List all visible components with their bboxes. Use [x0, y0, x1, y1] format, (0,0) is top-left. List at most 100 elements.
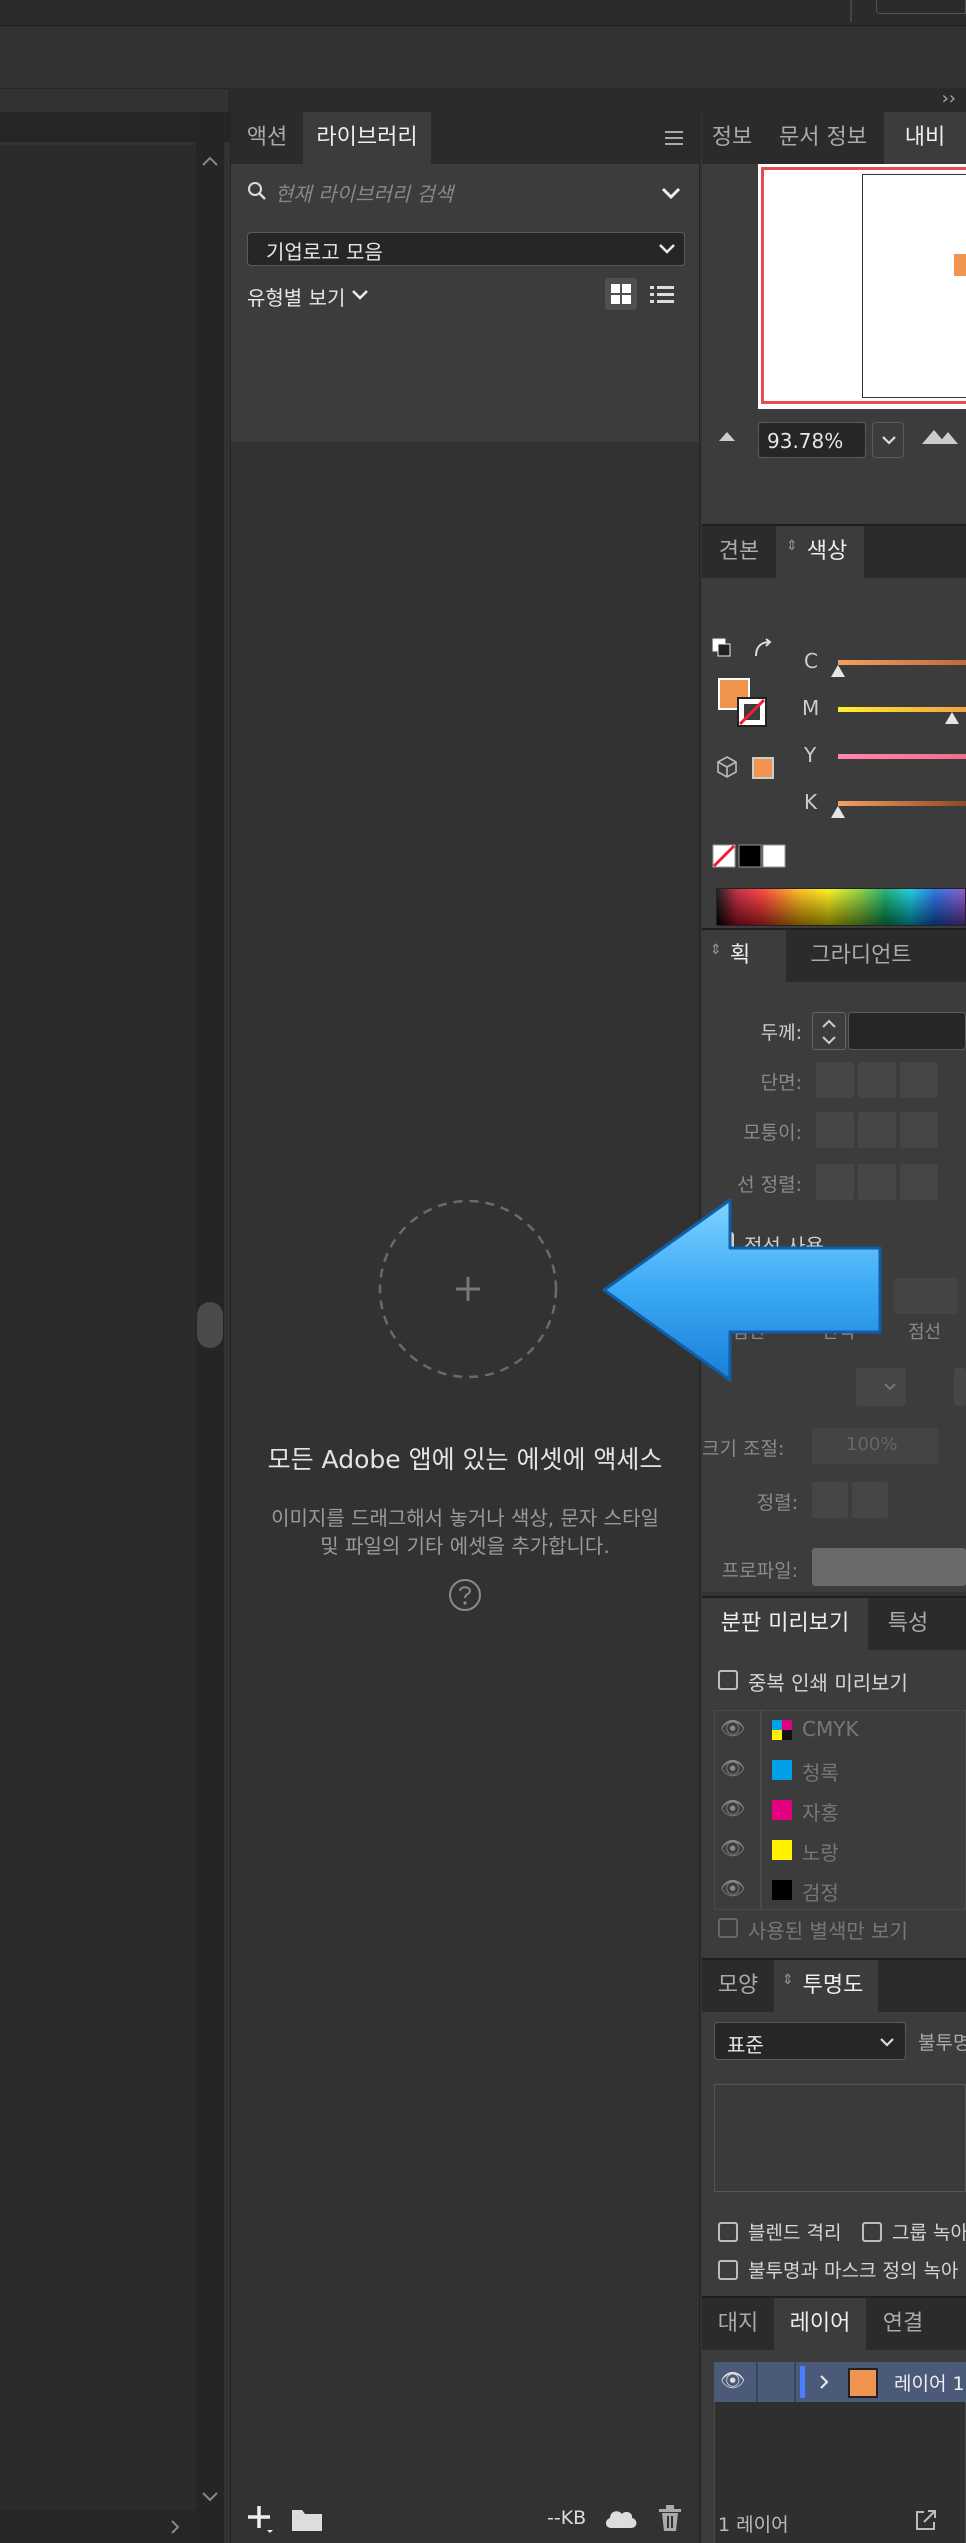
chevron-down-icon[interactable]	[661, 186, 681, 200]
plate-row[interactable]: 👁 검정	[714, 1870, 966, 1910]
zoom-out-icon[interactable]	[718, 430, 736, 442]
plate-row[interactable]: 👁 노랑	[714, 1830, 966, 1870]
stroke-none-swatch[interactable]	[736, 696, 768, 728]
layer-name[interactable]: 레이어 1	[894, 2369, 965, 2396]
plate-row[interactable]: 👁 자홍	[714, 1790, 966, 1830]
layer-row[interactable]: 👁 레이어 1	[714, 2362, 966, 2402]
quick-swatches[interactable]	[712, 844, 792, 870]
black-slider[interactable]	[838, 801, 966, 806]
mask-thumbnail-area[interactable]	[714, 2084, 966, 2192]
zoom-value: 93.78%	[767, 429, 844, 453]
horizontal-scrollbar[interactable]	[0, 2510, 196, 2543]
plate-name: 검정	[802, 1881, 839, 1905]
bevel-join-button[interactable]	[900, 1112, 938, 1148]
swap-colors-icon[interactable]	[752, 638, 776, 660]
cloud-icon[interactable]	[603, 2506, 639, 2530]
panel-menu-icon[interactable]	[663, 128, 685, 148]
tab-artboards[interactable]: 대지	[702, 2298, 774, 2350]
used-spot-only-checkbox[interactable]	[718, 1918, 738, 1938]
tab-actions[interactable]: 액션	[231, 112, 303, 164]
yellow-slider[interactable]	[838, 754, 966, 759]
plate-row[interactable]: 👁 CMYK	[714, 1710, 966, 1750]
trash-icon[interactable]	[657, 2504, 683, 2532]
add-circle-icon[interactable]	[376, 1197, 560, 1381]
miter-join-button[interactable]	[816, 1112, 854, 1148]
cyan-slider[interactable]	[838, 660, 966, 665]
stroke-weight-stepper[interactable]	[812, 1012, 846, 1050]
scrollbar-thumb[interactable]	[197, 1302, 223, 1348]
arrowhead-end-select[interactable]	[954, 1368, 966, 1406]
tab-info[interactable]: 정보	[702, 112, 762, 164]
blend-mode-select[interactable]: 표준	[714, 2022, 906, 2060]
eye-icon[interactable]: 👁	[720, 1836, 745, 1860]
eye-icon[interactable]: 👁	[720, 2368, 745, 2392]
slider-thumb[interactable]	[830, 805, 846, 819]
search-input[interactable]: 현재 라이브러리 검색	[275, 178, 453, 207]
butt-cap-button[interactable]	[816, 1062, 854, 1098]
magenta-label: M	[802, 696, 820, 720]
scroll-down-icon[interactable]	[200, 2490, 220, 2504]
workspace-switcher[interactable]	[876, 0, 966, 14]
round-cap-button[interactable]	[858, 1062, 896, 1098]
overprint-preview-checkbox[interactable]	[718, 1670, 738, 1690]
tab-gradient[interactable]: 그라디언트	[786, 930, 936, 982]
slider-thumb[interactable]	[944, 711, 960, 725]
scroll-up-icon[interactable]	[200, 154, 220, 168]
list-view-icon[interactable]	[649, 284, 675, 306]
tab-links[interactable]: 연결	[866, 2298, 940, 2350]
default-colors-icon[interactable]	[712, 638, 734, 660]
chevron-down-icon[interactable]	[351, 289, 369, 301]
align-outside-button[interactable]	[900, 1164, 938, 1200]
folder-icon[interactable]	[291, 2506, 323, 2532]
align-center-button[interactable]	[816, 1164, 854, 1200]
grid-view-button[interactable]	[605, 278, 637, 310]
scroll-right-icon[interactable]	[168, 2518, 182, 2536]
eye-icon[interactable]: 👁	[720, 1716, 745, 1740]
vertical-scrollbar[interactable]	[196, 112, 224, 2543]
layer-count: 1 레이어	[718, 2514, 789, 2536]
view-by-type-label[interactable]: 유형별 보기	[247, 282, 345, 311]
dash-input-2[interactable]	[894, 1278, 958, 1314]
out-of-gamut-icon[interactable]	[716, 756, 738, 778]
tab-navigator[interactable]: 내비	[884, 112, 966, 164]
align-inside-button[interactable]	[858, 1164, 896, 1200]
navigator-preview[interactable]	[758, 164, 966, 409]
tab-libraries[interactable]: 라이브러리	[303, 112, 431, 164]
eye-icon[interactable]: 👁	[720, 1796, 745, 1820]
projecting-cap-button[interactable]	[900, 1062, 938, 1098]
round-join-button[interactable]	[858, 1112, 896, 1148]
profile-select[interactable]	[812, 1548, 966, 1586]
tab-appearance[interactable]: 모양	[702, 1960, 774, 2012]
isolate-blending-checkbox[interactable]	[718, 2222, 738, 2242]
zoom-input[interactable]: 93.78%	[758, 422, 866, 458]
opacity-mask-checkbox[interactable]	[718, 2260, 738, 2280]
color-tab-bar: 견본 색상 ⇕	[702, 526, 966, 578]
web-safe-color-swatch[interactable]	[752, 757, 774, 779]
slider-thumb[interactable]	[830, 664, 846, 678]
arrow-align-button-2[interactable]	[852, 1482, 888, 1518]
help-icon[interactable]	[448, 1578, 482, 1612]
tab-document-info[interactable]: 문서 정보	[762, 112, 884, 164]
zoom-in-icon[interactable]	[920, 426, 960, 446]
tab-attributes[interactable]: 특성	[868, 1598, 948, 1650]
tab-layers[interactable]: 레이어	[774, 2298, 866, 2350]
knockout-group-checkbox[interactable]	[862, 2222, 882, 2242]
zoom-dropdown[interactable]	[872, 422, 904, 458]
expand-arrow-icon[interactable]	[818, 2374, 830, 2390]
stroke-weight-input[interactable]	[848, 1012, 966, 1050]
tab-swatches[interactable]: 견본	[702, 526, 776, 578]
grid-view-icon	[611, 284, 631, 304]
opacity-label: 불투명	[918, 2032, 966, 2054]
plate-row[interactable]: 👁 청록	[714, 1750, 966, 1790]
reorder-icon: ⇕	[782, 1972, 794, 1988]
eye-icon[interactable]: 👁	[720, 1756, 745, 1780]
tab-separations-preview[interactable]: 분판 미리보기	[702, 1598, 868, 1650]
arrow-align-button-1[interactable]	[812, 1482, 848, 1518]
add-icon[interactable]	[245, 2504, 275, 2534]
library-select[interactable]: 기업로고 모음	[247, 232, 685, 266]
color-spectrum[interactable]	[716, 888, 966, 926]
arrow-scale-input[interactable]: 100%	[812, 1428, 938, 1464]
eye-icon[interactable]: 👁	[720, 1876, 745, 1900]
collapse-panels-icon[interactable]: ››	[942, 88, 956, 109]
export-icon[interactable]	[914, 2508, 938, 2532]
